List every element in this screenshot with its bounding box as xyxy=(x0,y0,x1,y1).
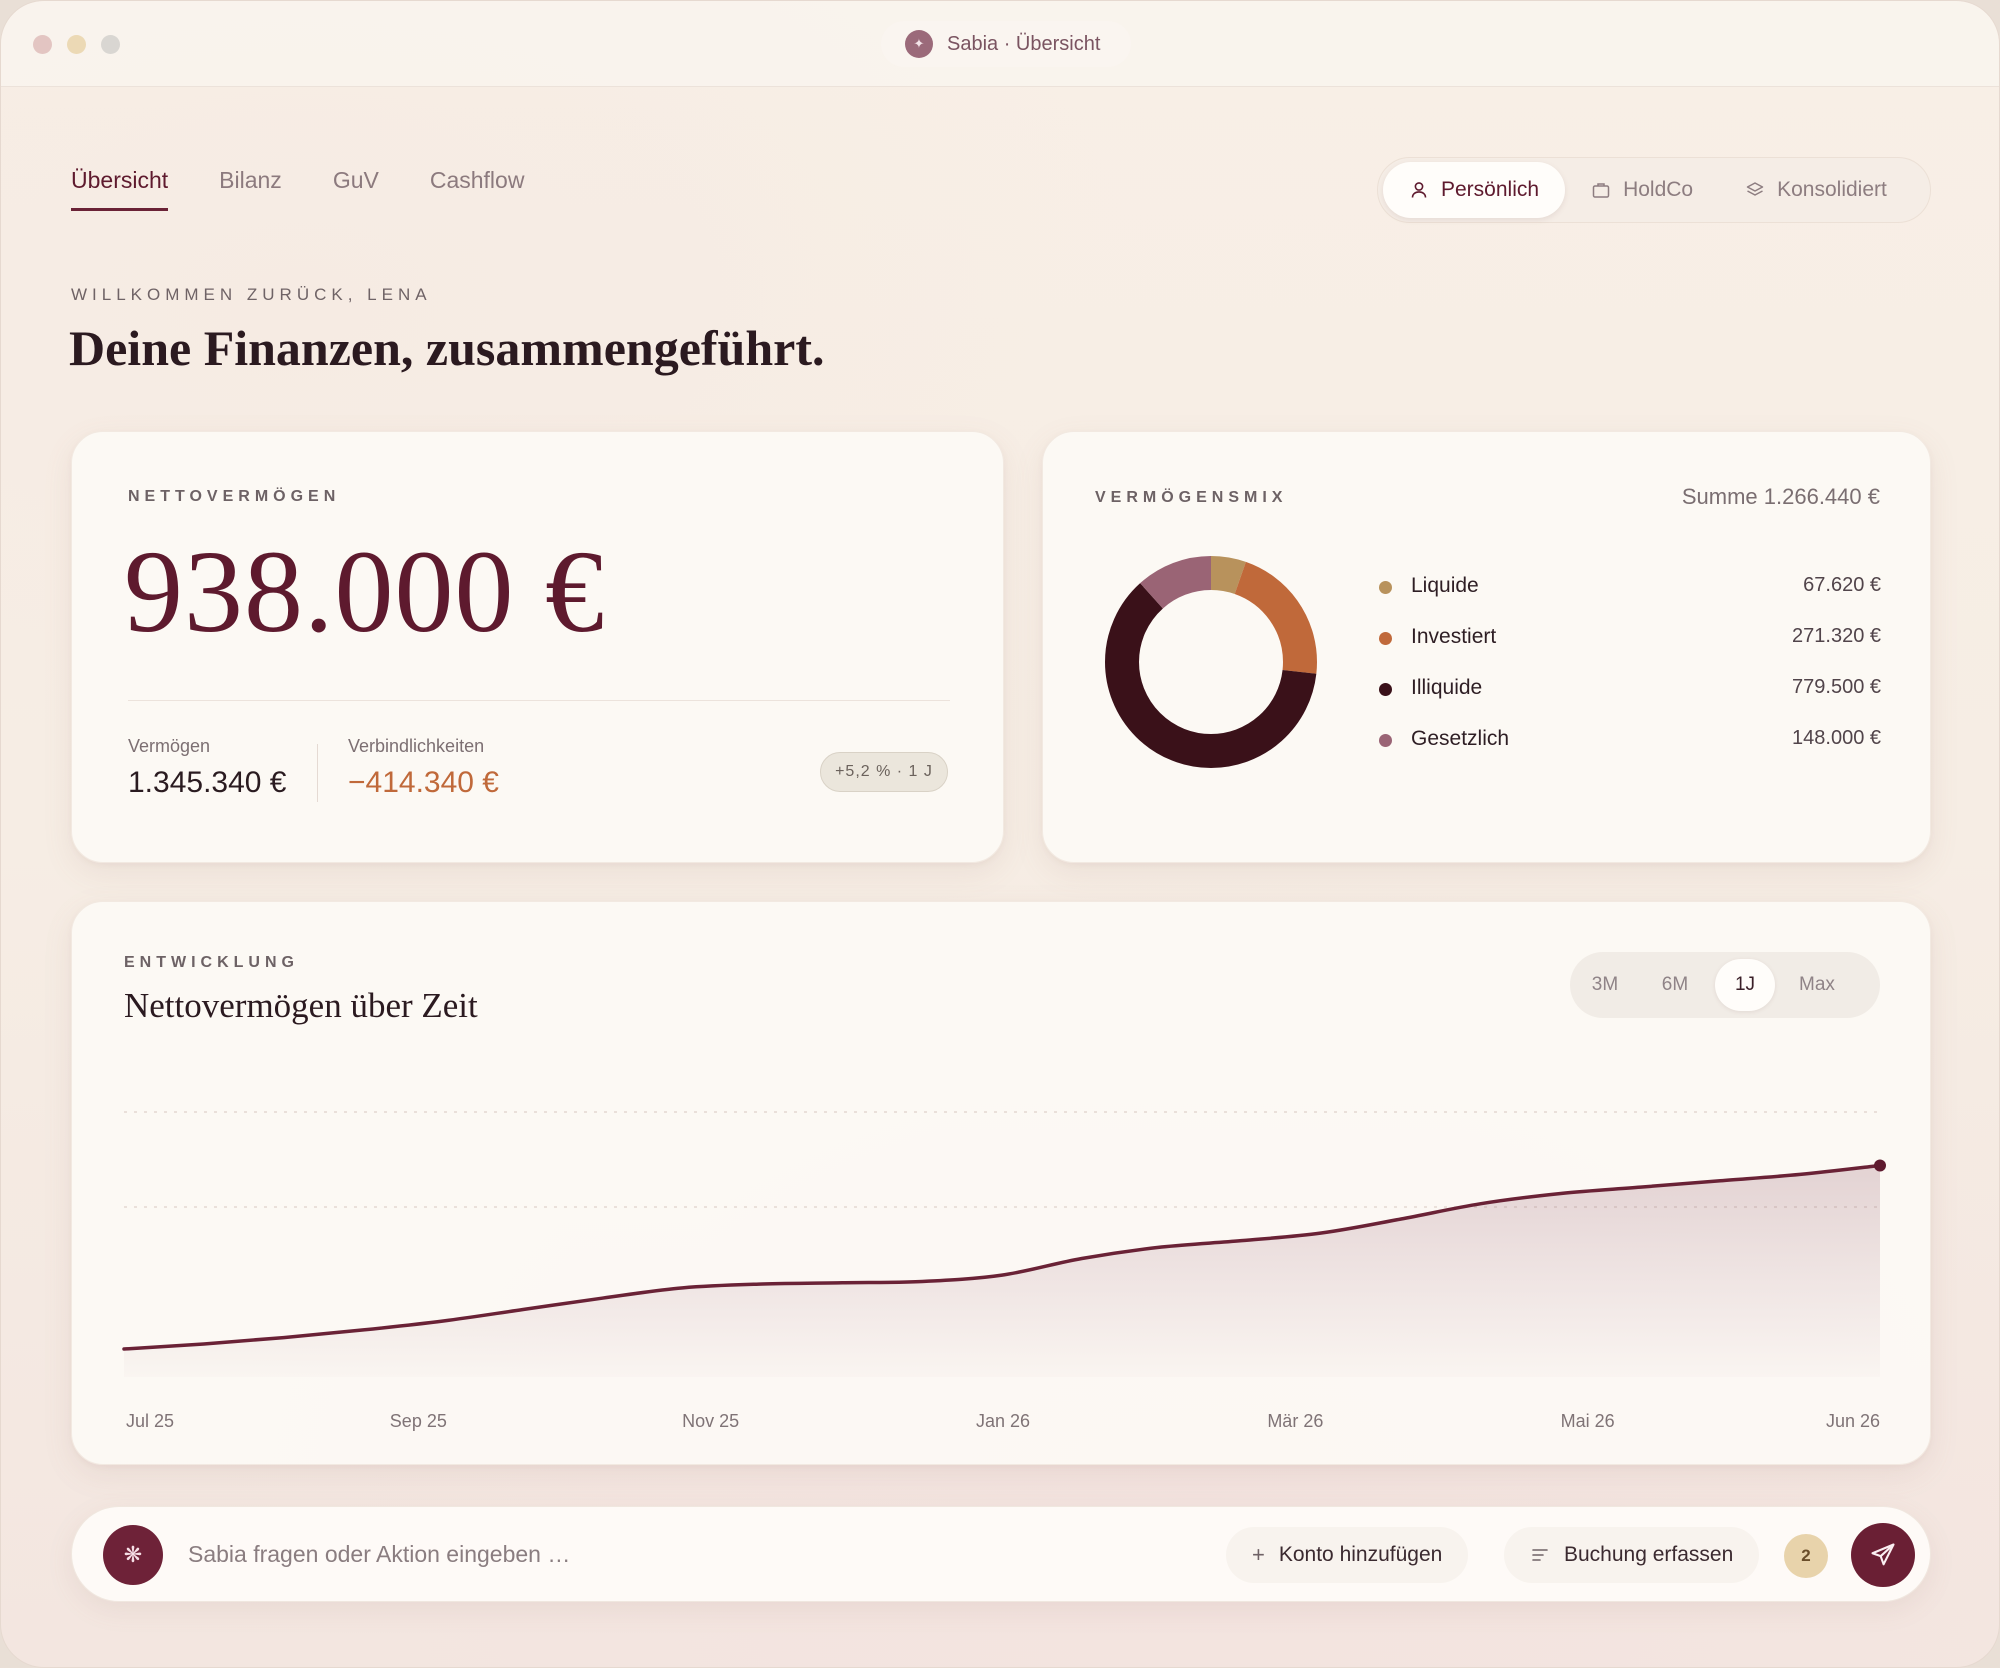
legend-name: Gesetzlich xyxy=(1411,727,1510,750)
net-worth-value: 938.000 € xyxy=(124,526,605,657)
divider xyxy=(317,744,318,802)
liabilities-value: −414.340 € xyxy=(348,766,499,799)
window-title: Sabia · Übersicht xyxy=(881,21,1131,67)
send-icon xyxy=(1871,1543,1895,1566)
add-booking-label: Buchung erfassen xyxy=(1564,1543,1734,1566)
window-controls xyxy=(33,35,120,54)
legend-swatch xyxy=(1379,632,1392,645)
page-headline: Deine Finanzen, zusammengeführt. xyxy=(69,320,825,376)
range-max-button[interactable]: Max xyxy=(1785,959,1849,1011)
net-worth-label: NETTOVERMÖGEN xyxy=(128,488,341,505)
tab-balance-sheet[interactable]: Bilanz xyxy=(219,167,282,211)
zoom-window-button[interactable] xyxy=(101,35,120,54)
entity-holdco[interactable]: HoldCo xyxy=(1565,162,1719,218)
x-tick-label: Mär 26 xyxy=(1267,1411,1323,1431)
assets-label: Vermögen xyxy=(128,736,211,756)
legend-name: Illiquide xyxy=(1411,676,1483,699)
sabia-assistant-icon[interactable]: ❋ xyxy=(103,1525,163,1585)
entity-holdco-label: HoldCo xyxy=(1623,178,1694,201)
range-3m-button[interactable]: 3M xyxy=(1575,959,1635,1011)
legend-value: 67.620 € xyxy=(1803,574,1881,596)
minimize-window-button[interactable] xyxy=(67,35,86,54)
divider xyxy=(128,700,950,701)
legend-item: Illiquide 779.500 € xyxy=(1379,674,1881,725)
entity-personal[interactable]: Persönlich xyxy=(1383,162,1566,218)
liabilities-label: Verbindlichkeiten xyxy=(348,736,485,756)
range-6m-button[interactable]: 6M xyxy=(1645,959,1705,1011)
layers-icon xyxy=(1746,182,1764,196)
legend-swatch xyxy=(1379,734,1392,747)
time-range-selector: 3M 6M 1J Max xyxy=(1570,952,1880,1018)
add-account-label: Konto hinzufügen xyxy=(1278,1543,1443,1566)
asset-mix-donut-chart xyxy=(1105,556,1317,768)
window-title-text: Sabia · Übersicht xyxy=(947,32,1101,55)
list-icon xyxy=(1532,1549,1548,1561)
x-tick-label: Jan 26 xyxy=(976,1411,1030,1431)
change-badge: +5,2 % · 1 J xyxy=(820,752,948,792)
x-tick-label: Nov 25 xyxy=(682,1411,739,1431)
greeting: WILLKOMMEN ZURÜCK, LENA xyxy=(71,285,432,304)
titlebar: Sabia · Übersicht xyxy=(1,1,1999,87)
plus-icon: + xyxy=(1252,1542,1265,1567)
x-tick-label: Jul 25 xyxy=(126,1411,174,1431)
send-button[interactable] xyxy=(1851,1523,1915,1587)
chart-eyebrow: ENTWICKLUNG xyxy=(124,954,299,971)
legend-swatch xyxy=(1379,683,1392,696)
legend-name: Liquide xyxy=(1411,574,1479,597)
close-window-button[interactable] xyxy=(33,35,52,54)
entity-personal-label: Persönlich xyxy=(1441,178,1540,201)
legend-item: Investiert 271.320 € xyxy=(1379,623,1881,674)
command-input[interactable] xyxy=(188,1529,1088,1579)
tab-income-statement[interactable]: GuV xyxy=(333,167,379,211)
asset-mix-card: VERMÖGENSMIX Summe 1.266.440 € Liquide 6… xyxy=(1042,431,1931,863)
add-account-button[interactable]: + Konto hinzufügen xyxy=(1226,1527,1469,1583)
entity-consolidated-label: Konsolidiert xyxy=(1777,178,1887,201)
tab-overview[interactable]: Übersicht xyxy=(71,167,169,211)
asset-mix-legend: Liquide 67.620 € Investiert 271.320 € Il… xyxy=(1379,572,1881,776)
legend-value: 271.320 € xyxy=(1792,625,1881,647)
sabia-logo-icon xyxy=(905,30,933,58)
user-icon xyxy=(1411,182,1427,198)
briefcase-icon xyxy=(1592,183,1610,198)
legend-item: Liquide 67.620 € xyxy=(1379,572,1881,623)
legend-name: Investiert xyxy=(1411,625,1497,648)
add-booking-button[interactable]: Buchung erfassen xyxy=(1504,1527,1760,1583)
notification-count-badge[interactable]: 2 xyxy=(1784,1534,1828,1578)
x-tick-label: Mai 26 xyxy=(1561,1411,1615,1431)
legend-value: 148.000 € xyxy=(1792,727,1881,749)
net-worth-card: NETTOVERMÖGEN 938.000 € Vermögen 1.345.3… xyxy=(71,431,1004,863)
app-window: Sabia · Übersicht Übersicht Bilanz GuV C… xyxy=(0,0,2000,1668)
asset-mix-sum: Summe 1.266.440 € xyxy=(1681,484,1880,509)
net-worth-chart-card: Jul 25 Sep 25 Nov 25 Jan 26 Mär 26 Mai 26 Jun … xyxy=(71,901,1931,1465)
legend-value: 779.500 € xyxy=(1792,676,1881,698)
legend-item: Gesetzlich 148.000 € xyxy=(1379,725,1881,776)
chart-title: Nettovermögen über Zeit xyxy=(124,986,478,1025)
chart-area xyxy=(124,1165,1880,1377)
chart-end-point xyxy=(1874,1159,1886,1172)
entity-consolidated[interactable]: Konsolidiert xyxy=(1719,162,1913,218)
assets-value: 1.345.340 € xyxy=(128,766,287,799)
asset-mix-label: VERMÖGENSMIX xyxy=(1095,489,1288,506)
main-tabs: Übersicht Bilanz GuV Cashflow xyxy=(71,167,524,211)
entity-switcher: Persönlich HoldCo Konsolidiert xyxy=(1377,157,1931,223)
x-tick-label: Sep 25 xyxy=(390,1411,447,1431)
x-tick-label: Jun 26 xyxy=(1826,1411,1880,1431)
tab-cashflow[interactable]: Cashflow xyxy=(430,167,525,211)
command-bar: ❋ + Konto hinzufügen Buchung erfassen 2 xyxy=(71,1506,1931,1602)
range-1y-button[interactable]: 1J xyxy=(1715,959,1775,1011)
legend-swatch xyxy=(1379,581,1392,594)
